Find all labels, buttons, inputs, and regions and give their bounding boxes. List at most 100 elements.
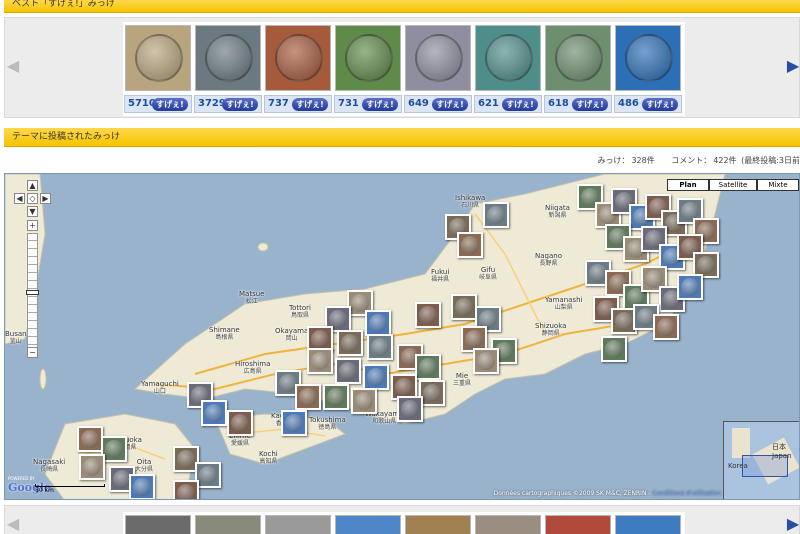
- zoom-slider-tick: [28, 288, 37, 289]
- manhole-cover-thumbnail[interactable]: [265, 25, 331, 91]
- zoom-slider-tick: [28, 296, 37, 297]
- sugee-count-row: 737 すげぇ!: [264, 95, 332, 113]
- manhole-photo-marker[interactable]: [473, 348, 499, 374]
- map-type-mixte-button[interactable]: Mixte: [757, 179, 799, 191]
- pan-down-icon[interactable]: ▼: [27, 206, 38, 217]
- carousel-prev-arrow-icon[interactable]: ◀: [5, 58, 21, 74]
- pan-left-icon[interactable]: ◀: [14, 193, 25, 204]
- city-label: Nagano 長野県: [535, 252, 562, 267]
- pan-center-icon[interactable]: ◇: [27, 193, 38, 204]
- map-view[interactable]: ▲ ◀ ◇ ▶ ▼ + − Plan Satellite Mixte Ishik…: [4, 173, 800, 500]
- manhole-cover-thumbnail[interactable]: [405, 515, 471, 534]
- manhole-cover-thumbnail[interactable]: [125, 515, 191, 534]
- sugee-button[interactable]: すげぇ!: [362, 98, 398, 111]
- manhole-cover-thumbnail[interactable]: [615, 515, 681, 534]
- manhole-photo-marker[interactable]: [415, 302, 441, 328]
- zoom-out-icon[interactable]: −: [27, 347, 38, 358]
- comment-count-label: コメント：: [671, 156, 712, 165]
- sugee-button[interactable]: すげぇ!: [432, 98, 468, 111]
- manhole-cover-image: [341, 334, 359, 352]
- manhole-cover-image: [555, 34, 603, 82]
- carousel-next-arrow-icon[interactable]: ▶: [785, 516, 800, 532]
- manhole-cover-image: [339, 362, 357, 380]
- manhole-photo-marker[interactable]: [415, 354, 441, 380]
- page: ベスト「すげぇ!」みっけ ◀ 5710 すげぇ! 3729 すげぇ! 737 すげぇ! 73…: [0, 0, 800, 534]
- overview-label: Japan: [772, 452, 792, 460]
- city-label: Hiroshima 広島県: [235, 360, 271, 375]
- manhole-cover-image: [415, 34, 463, 82]
- manhole-cover-image: [419, 358, 437, 376]
- manhole-photo-marker[interactable]: [653, 314, 679, 340]
- sugee-count-row: 3729 すげぇ!: [194, 95, 262, 113]
- manhole-photo-marker[interactable]: [365, 310, 391, 336]
- manhole-cover-thumbnail[interactable]: [335, 25, 401, 91]
- zoom-slider-tick: [28, 328, 37, 329]
- sugee-button[interactable]: すげぇ!: [642, 98, 678, 111]
- manhole-cover-image: [657, 318, 675, 336]
- bottom-carousel-items: [123, 512, 685, 534]
- manhole-cover-thumbnail[interactable]: [125, 25, 191, 91]
- sugee-count-row: 731 すげぇ!: [334, 95, 402, 113]
- manhole-cover-thumbnail[interactable]: [615, 25, 681, 91]
- manhole-cover-thumbnail[interactable]: [405, 25, 471, 91]
- manhole-cover-thumbnail[interactable]: [545, 515, 611, 534]
- manhole-photo-marker[interactable]: [79, 454, 105, 480]
- manhole-photo-marker[interactable]: [281, 410, 307, 436]
- manhole-photo-marker[interactable]: [323, 384, 349, 410]
- manhole-photo-marker[interactable]: [483, 202, 509, 228]
- mikke-count-label: みっけ：: [597, 156, 630, 165]
- manhole-photo-marker[interactable]: [129, 474, 155, 499]
- manhole-cover-thumbnail[interactable]: [195, 25, 261, 91]
- manhole-cover-image: [135, 34, 183, 82]
- manhole-cover-image: [395, 378, 413, 396]
- city-label: Okayama 岡山: [275, 327, 309, 342]
- manhole-photo-marker[interactable]: [337, 330, 363, 356]
- pan-up-icon[interactable]: ▲: [27, 180, 38, 191]
- manhole-photo-marker[interactable]: [367, 334, 393, 360]
- manhole-photo-marker[interactable]: [397, 396, 423, 422]
- sugee-button[interactable]: すげぇ!: [222, 98, 258, 111]
- terms-link[interactable]: Conditions d'utilisation: [652, 490, 721, 497]
- manhole-cover-image: [205, 34, 253, 82]
- manhole-cover-thumbnail[interactable]: [475, 515, 541, 534]
- zoom-slider[interactable]: [26, 233, 39, 353]
- zoom-slider-tick: [28, 336, 37, 337]
- manhole-photo-marker[interactable]: [295, 384, 321, 410]
- manhole-photo-marker[interactable]: [363, 364, 389, 390]
- manhole-cover-thumbnail[interactable]: [335, 515, 401, 534]
- manhole-photo-marker[interactable]: [307, 348, 333, 374]
- bottom-carousel: ◀ ▶: [4, 505, 800, 534]
- overview-map[interactable]: 日本 Japan Korea: [723, 421, 799, 499]
- city-label: Yamanashi 山梨県: [545, 296, 583, 311]
- manhole-cover-image: [199, 466, 217, 484]
- map-type-satellite-button[interactable]: Satellite: [709, 179, 757, 191]
- manhole-photo-marker[interactable]: [227, 410, 253, 436]
- manhole-photo-marker[interactable]: [173, 480, 199, 499]
- carousel-next-arrow-icon[interactable]: ▶: [785, 58, 800, 74]
- best-carousel: ◀ 5710 すげぇ! 3729 すげぇ! 737 すげぇ! 731 すげぇ! 649 すげぇ! 6…: [4, 17, 800, 118]
- pan-right-icon[interactable]: ▶: [40, 193, 51, 204]
- manhole-photo-marker[interactable]: [335, 358, 361, 384]
- manhole-cover-thumbnail[interactable]: [475, 25, 541, 91]
- carousel-prev-arrow-icon[interactable]: ◀: [5, 516, 21, 532]
- manhole-cover-thumbnail[interactable]: [545, 25, 611, 91]
- manhole-cover-image: [371, 338, 389, 356]
- zoom-slider-handle[interactable]: [26, 290, 39, 295]
- manhole-photo-marker[interactable]: [451, 294, 477, 320]
- manhole-photo-marker[interactable]: [457, 232, 483, 258]
- zoom-in-icon[interactable]: +: [27, 220, 38, 231]
- sugee-button[interactable]: すげぇ!: [502, 98, 538, 111]
- manhole-photo-marker[interactable]: [77, 426, 103, 452]
- manhole-photo-marker[interactable]: [677, 274, 703, 300]
- map-type-plan-button[interactable]: Plan: [667, 179, 709, 191]
- manhole-cover-thumbnail[interactable]: [195, 515, 261, 534]
- manhole-cover-thumbnail[interactable]: [265, 515, 331, 534]
- sugee-button[interactable]: すげぇ!: [292, 98, 328, 111]
- zoom-slider-tick: [28, 256, 37, 257]
- zoom-slider-tick: [28, 240, 37, 241]
- manhole-photo-marker[interactable]: [201, 400, 227, 426]
- sugee-button[interactable]: すげぇ!: [152, 98, 188, 111]
- manhole-photo-marker[interactable]: [601, 336, 627, 362]
- sugee-button[interactable]: すげぇ!: [572, 98, 608, 111]
- manhole-photo-marker[interactable]: [351, 388, 377, 414]
